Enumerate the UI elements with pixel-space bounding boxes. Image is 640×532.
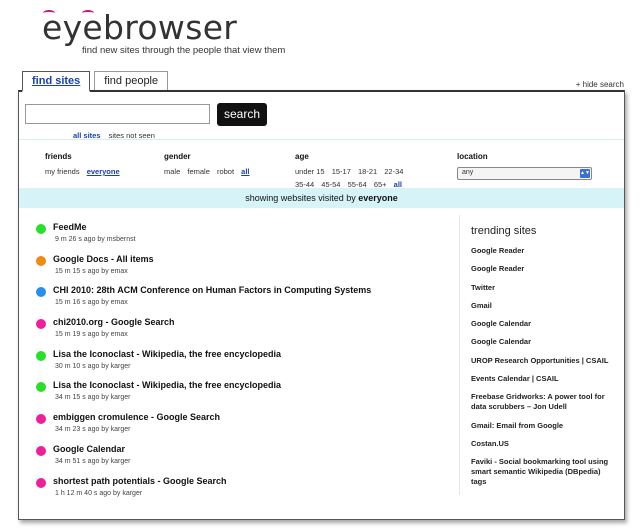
trending-title: trending sites — [471, 225, 537, 237]
result-link[interactable]: Google Docs - All items — [53, 254, 154, 264]
location-filter: location any ▲▼ — [457, 152, 592, 180]
friends-option-everyone[interactable]: everyone — [87, 167, 120, 176]
result-link[interactable]: shortest path potentials - Google Search — [53, 476, 227, 486]
status-dot-icon — [36, 382, 46, 393]
eyelid-icon — [43, 10, 55, 16]
gender-option-male[interactable]: male — [164, 167, 180, 176]
friends-option-my-friends[interactable]: my friends — [45, 167, 80, 176]
logo-eye-lids: eyebrowser — [42, 8, 237, 47]
filters-row: friends my friends everyone gender male … — [19, 139, 624, 195]
trending-link[interactable]: Costan.US — [471, 439, 611, 449]
trending-sites: trending sites Google Reader Google Read… — [471, 225, 611, 496]
logo-text: eyebrowser — [42, 8, 238, 47]
gender-filter: gender male female robot all — [164, 152, 255, 176]
status-dot-icon — [36, 287, 46, 298]
result-meta: 15 m 16 s ago by emax — [55, 299, 128, 307]
trending-link[interactable]: Faviki - Social bookmarking tool using s… — [471, 457, 611, 487]
result-meta: 34 m 51 s ago by karger — [55, 457, 131, 465]
age-option[interactable]: 22-34 — [384, 167, 403, 176]
status-dot-icon — [36, 445, 46, 456]
tab-bar: find sites find people — [22, 71, 169, 92]
list-item: CHI 2010: 28th ACM Conference on Human F… — [29, 283, 449, 315]
trending-link[interactable]: UROP Research Opportunities | CSAIL — [471, 356, 611, 366]
trending-link[interactable]: Google Calendar — [471, 319, 611, 329]
location-selected-value: any — [462, 169, 474, 176]
age-option[interactable]: 15-17 — [332, 167, 351, 176]
friends-filter-title: friends — [45, 152, 72, 161]
list-item: Lisa the Iconoclast - Wikipedia, the fre… — [29, 378, 449, 410]
tagline: find new sites through the people that v… — [82, 45, 286, 56]
status-dot-icon — [36, 319, 46, 330]
showing-who: everyone — [358, 193, 398, 203]
age-filter: age under 15 15-17 18-21 22-34 35-44 45-… — [295, 152, 408, 193]
gender-option-female[interactable]: female — [187, 167, 210, 176]
trending-link[interactable]: Google Calendar — [471, 337, 611, 347]
status-dot-icon — [36, 255, 46, 266]
age-filter-title: age — [295, 152, 309, 161]
result-link[interactable]: chi2010.org - Google Search — [53, 317, 175, 327]
trending-link[interactable]: Freebase Gridworks: A power tool for dat… — [471, 392, 611, 412]
result-link[interactable]: Google Calendar — [53, 444, 125, 454]
age-row-1: under 15 15-17 18-21 22-34 — [295, 167, 408, 176]
friends-filter: friends my friends everyone — [45, 152, 125, 176]
list-item: Lisa the Iconoclast - Wikipedia, the fre… — [29, 347, 449, 379]
result-meta: 15 m 19 s ago by emax — [55, 331, 128, 339]
trending-link[interactable]: Google Reader — [471, 246, 611, 256]
main-panel: search all sites sites not seen friends … — [18, 90, 625, 520]
select-arrows-icon: ▲▼ — [580, 169, 590, 178]
result-link[interactable]: Lisa the Iconoclast - Wikipedia, the fre… — [53, 349, 281, 359]
result-meta: 1 h 12 m 40 s ago by karger — [55, 489, 143, 497]
search-button[interactable]: search — [217, 103, 267, 126]
result-meta: 34 m 23 s ago by karger — [55, 426, 131, 434]
status-dot-icon — [36, 477, 46, 488]
status-dot-icon — [36, 350, 46, 361]
search-input[interactable] — [25, 104, 210, 124]
results-list: FeedMe 9 m 26 s ago by msbernst Google D… — [29, 220, 449, 505]
list-item: embiggen cromulence - Google Search 34 m… — [29, 410, 449, 442]
list-item: Google Docs - All items 15 m 15 s ago by… — [29, 252, 449, 284]
tab-find-people[interactable]: find people — [94, 71, 169, 91]
result-link[interactable]: FeedMe — [53, 222, 87, 232]
location-select[interactable]: any ▲▼ — [457, 167, 592, 180]
status-dot-icon — [36, 224, 46, 234]
trending-link[interactable]: Events Calendar | CSAIL — [471, 374, 611, 384]
gender-filter-title: gender — [164, 152, 191, 161]
showing-prefix: showing websites visited by — [245, 193, 356, 203]
age-option[interactable]: under 15 — [295, 167, 325, 176]
status-dot-icon — [36, 414, 46, 425]
result-link[interactable]: Lisa the Iconoclast - Wikipedia, the fre… — [53, 380, 281, 390]
result-meta: 15 m 15 s ago by emax — [55, 267, 128, 275]
result-link[interactable]: CHI 2010: 28th ACM Conference on Human F… — [53, 285, 371, 295]
eyelid-icon — [82, 10, 94, 16]
trending-link[interactable]: Gmail: Email from Google — [471, 421, 611, 431]
list-item: chi2010.org - Google Search 15 m 19 s ag… — [29, 315, 449, 347]
gender-option-robot[interactable]: robot — [217, 167, 234, 176]
result-meta: 9 m 26 s ago by msbernst — [55, 236, 136, 243]
result-meta: 30 m 10 s ago by karger — [55, 362, 131, 370]
hide-search-link[interactable]: + hide search — [576, 80, 624, 89]
trending-link[interactable]: Twitter — [471, 283, 611, 293]
eyebrowser-logo: eyebrowser — [42, 8, 237, 47]
location-filter-title: location — [457, 152, 488, 161]
column-divider — [459, 215, 460, 495]
showing-bar: showing websites visited by everyone — [19, 188, 624, 208]
list-item: Google Calendar 34 m 51 s ago by karger — [29, 442, 449, 474]
tab-find-sites[interactable]: find sites — [22, 71, 91, 92]
list-item: FeedMe 9 m 26 s ago by msbernst — [29, 220, 449, 252]
list-item: shortest path potentials - Google Search… — [29, 474, 449, 506]
trending-link[interactable]: Gmail — [471, 301, 611, 311]
result-meta: 34 m 15 s ago by karger — [55, 394, 131, 402]
gender-option-all[interactable]: all — [241, 167, 249, 176]
result-link[interactable]: embiggen cromulence - Google Search — [53, 412, 220, 422]
trending-link[interactable]: Google Reader — [471, 264, 611, 274]
age-option[interactable]: 18-21 — [358, 167, 377, 176]
